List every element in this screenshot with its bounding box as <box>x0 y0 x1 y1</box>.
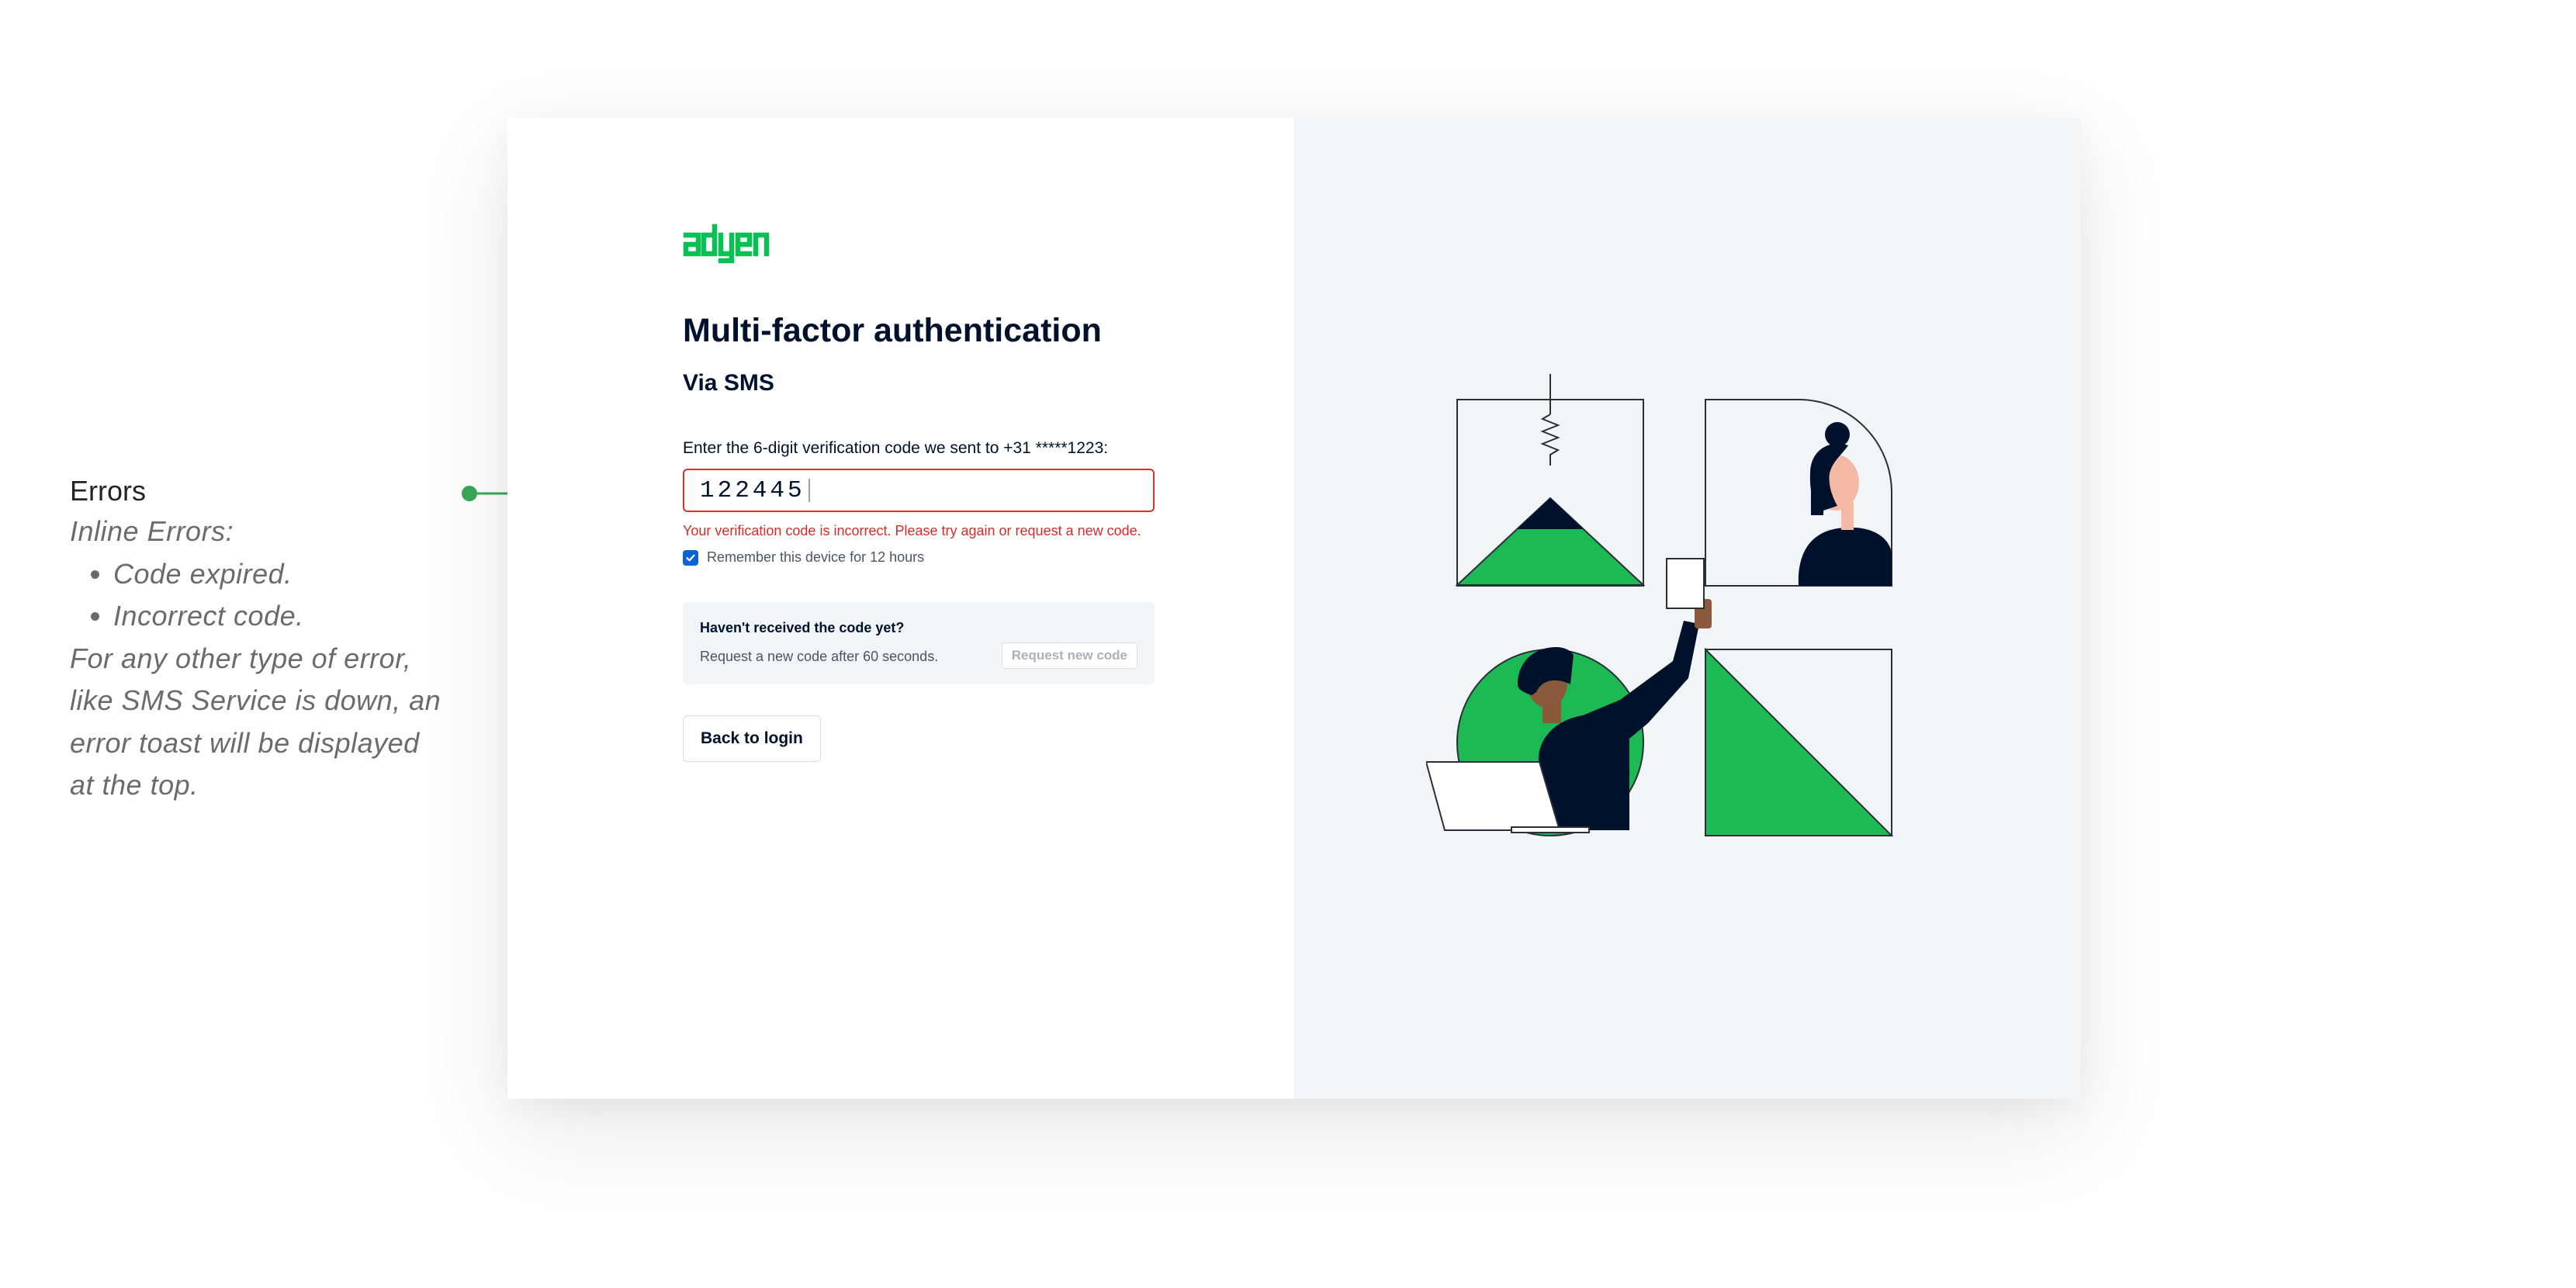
illustration <box>1426 374 1894 836</box>
annotation-footer-line: at the top. <box>70 769 199 801</box>
annotation-footer-line: like SMS Service is down, an <box>70 684 441 716</box>
text-caret <box>808 479 810 502</box>
annotation-bullet: Incorrect code. <box>113 595 473 638</box>
annotation-bullet-list: Code expired. Incorrect code. <box>70 553 473 638</box>
screen-card: Multi-factor authentication Via SMS Ente… <box>507 118 2081 1099</box>
remember-device-checkbox[interactable] <box>683 549 698 566</box>
portrait-frame <box>1705 399 1892 587</box>
annotation-intro: Inline Errors: <box>70 515 234 547</box>
code-input-value: 122445 <box>700 476 805 504</box>
illustration-pane <box>1294 118 2081 1099</box>
method-subtitle: Via SMS <box>683 370 774 396</box>
annotation-title: Errors <box>70 475 146 507</box>
verification-code-input[interactable]: 122445 <box>683 469 1155 512</box>
page-title: Multi-factor authentication <box>683 312 1102 349</box>
resend-description: Request a new code after 60 seconds. <box>700 649 939 664</box>
laptop-user <box>1426 558 1712 836</box>
resend-title: Haven't received the code yet? <box>700 620 905 635</box>
login-pane: Multi-factor authentication Via SMS Ente… <box>507 118 1294 1099</box>
diagonal-frame <box>1705 647 1894 836</box>
remember-device-row[interactable]: Remember this device for 12 hours <box>683 549 924 566</box>
adyen-logo <box>683 223 770 264</box>
annotation-footer-line: For any other type of error, <box>70 642 412 674</box>
checkmark-icon <box>686 554 695 561</box>
remember-device-label: Remember this device for 12 hours <box>707 549 925 565</box>
code-field-label: Enter the 6-digit verification code we s… <box>683 439 1109 457</box>
back-to-login-button[interactable]: Back to login <box>683 715 821 762</box>
lamp-frame <box>1455 374 1646 587</box>
resend-code-panel: Haven't received the code yet? Request a… <box>683 602 1155 684</box>
annotation-footer-line: error toast will be displayed <box>70 726 420 759</box>
request-new-code-button[interactable]: Request new code <box>1001 642 1137 669</box>
inline-error-message: Your verification code is incorrect. Ple… <box>683 523 1141 538</box>
annotation: Errors Inline Errors: Code expired. Inco… <box>70 472 473 807</box>
annotation-bullet: Code expired. <box>113 553 473 596</box>
annotation-body: Inline Errors: Code expired. Incorrect c… <box>70 511 473 807</box>
